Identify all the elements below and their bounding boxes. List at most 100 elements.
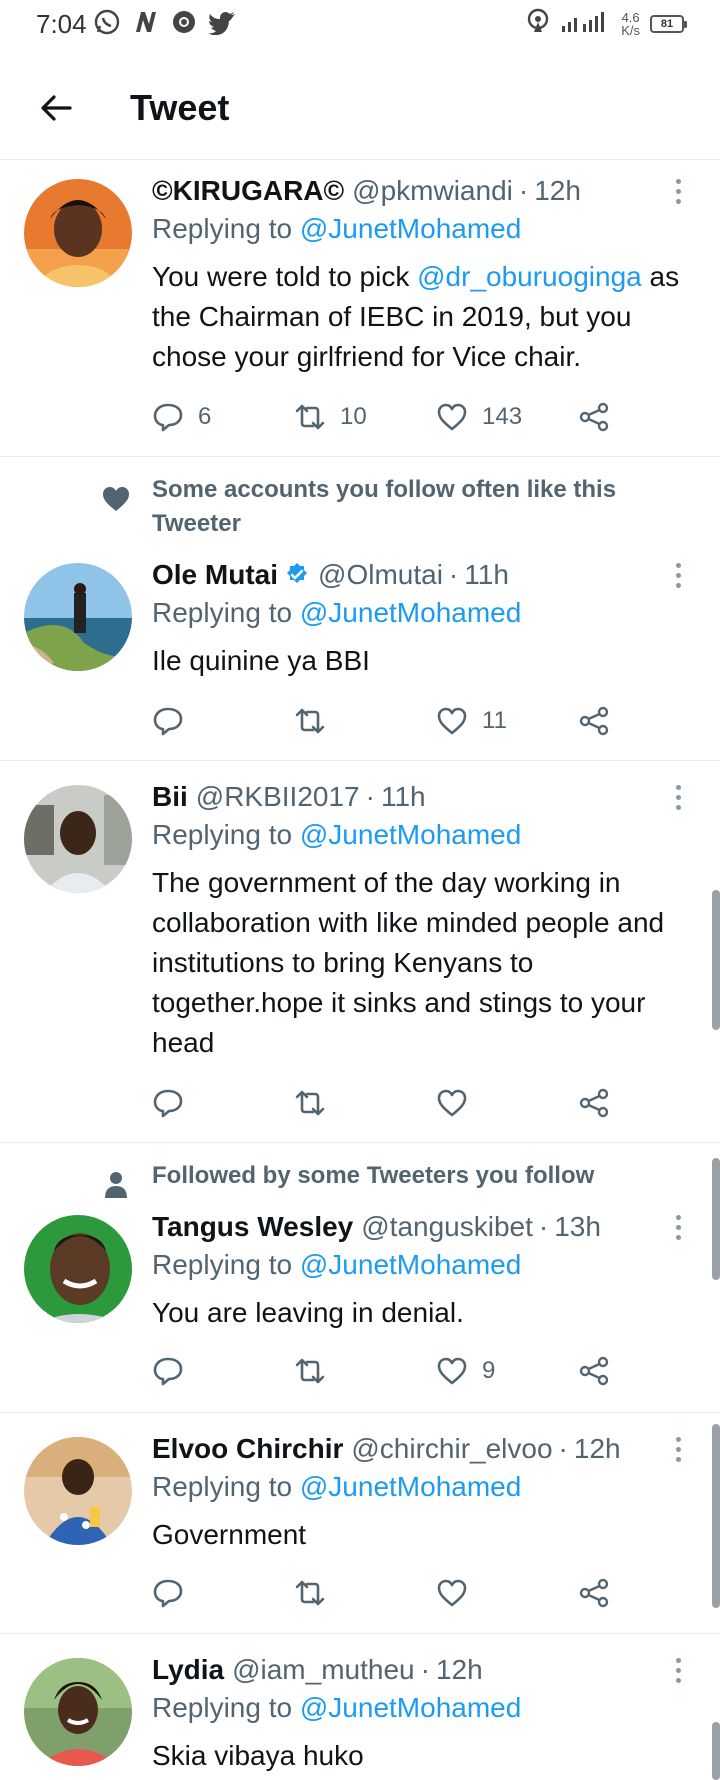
share-button[interactable]	[578, 1083, 610, 1123]
like-button[interactable]: 11	[436, 701, 507, 741]
more-options-button[interactable]	[666, 777, 690, 817]
avatar[interactable]	[24, 785, 132, 893]
reply-mention-link[interactable]: @JunetMohamed	[300, 1692, 521, 1723]
retweet-button[interactable]	[294, 701, 340, 741]
twitter-bird-icon	[207, 9, 237, 40]
tweet-reply[interactable]: Elvoo Chirchir @chirchir_elvoo · 12h Rep…	[0, 1413, 720, 1634]
tweet-reply[interactable]: Some accounts you follow often like this…	[0, 457, 720, 761]
timestamp[interactable]: 11h	[464, 559, 509, 591]
like-button[interactable]: 9	[436, 1351, 495, 1391]
replying-to: Replying to @JunetMohamed	[152, 1249, 521, 1281]
replying-to: Replying to @JunetMohamed	[152, 597, 521, 629]
reply-button[interactable]	[152, 1351, 198, 1391]
like-button[interactable]	[436, 1083, 482, 1123]
arrow-left-icon	[41, 94, 72, 121]
reply-mention-link[interactable]: @JunetMohamed	[300, 819, 521, 850]
replying-to: Replying to @JunetMohamed	[152, 819, 521, 851]
display-name[interactable]: Lydia	[152, 1654, 224, 1686]
tweet-text: Skia vibaya huko	[152, 1740, 364, 1771]
reply-mention-link[interactable]: @JunetMohamed	[300, 1471, 521, 1502]
network-speed-value: 4.6	[621, 9, 640, 25]
back-button[interactable]	[26, 78, 86, 138]
username[interactable]: @iam_mutheu	[232, 1654, 415, 1686]
reply-button[interactable]	[152, 1083, 198, 1123]
mention-link[interactable]: @dr_oburuoginga	[417, 261, 642, 292]
tweet-header: Bii @RKBII2017 · 11h	[152, 781, 426, 813]
avatar[interactable]	[24, 1437, 132, 1545]
share-icon	[579, 706, 609, 736]
retweet-icon	[295, 404, 325, 430]
username[interactable]: @pkmwiandi	[352, 175, 513, 207]
reply-button[interactable]	[152, 1573, 198, 1613]
replying-to-label: Replying to	[152, 1471, 293, 1502]
timestamp[interactable]: 13h	[554, 1211, 601, 1243]
retweet-button[interactable]	[294, 1573, 340, 1613]
like-button[interactable]: 143	[436, 397, 522, 437]
timestamp[interactable]: 12h	[574, 1433, 621, 1465]
avatar[interactable]	[24, 1658, 132, 1766]
share-icon	[579, 1356, 609, 1386]
display-name[interactable]: Ole Mutai	[152, 559, 278, 591]
share-icon	[579, 402, 609, 432]
share-button[interactable]	[578, 1573, 610, 1613]
username[interactable]: @RKBII2017	[196, 781, 360, 813]
more-options-button[interactable]	[666, 1650, 690, 1690]
network-speed-unit: K/s	[621, 22, 640, 38]
more-options-button[interactable]	[666, 1429, 690, 1469]
replying-to: Replying to @JunetMohamed	[152, 1471, 521, 1503]
timestamp[interactable]: 11h	[381, 781, 426, 813]
tweet-text: Government	[152, 1519, 307, 1550]
avatar[interactable]	[24, 179, 132, 287]
reply-button[interactable]: 6	[152, 397, 211, 437]
tweet-reply[interactable]: Followed by some Tweeters you follow Tan…	[0, 1143, 720, 1413]
retweet-button[interactable]	[294, 1083, 340, 1123]
username[interactable]: @tanguskibet	[361, 1211, 533, 1243]
scrollbar-thumb[interactable]	[712, 1722, 720, 1780]
tweet-reply[interactable]: Lydia @iam_mutheu · 12h Replying to @Jun…	[0, 1634, 720, 1780]
like-button[interactable]	[436, 1573, 482, 1613]
display-name[interactable]: Bii	[152, 781, 188, 813]
page-title: Tweet	[130, 86, 230, 128]
replying-to-label: Replying to	[152, 597, 293, 628]
social-context: Some accounts you follow often like this…	[0, 473, 720, 543]
like-count: 9	[482, 1357, 496, 1384]
signal-icon	[561, 8, 611, 39]
share-button[interactable]	[578, 397, 610, 437]
tweet-reply[interactable]: Bii @RKBII2017 · 11h Replying to @JunetM…	[0, 761, 720, 1143]
username[interactable]: @Olmutai	[318, 559, 443, 591]
status-bar: 7:04 4.6 K/s 81	[0, 0, 720, 48]
scrollbar-thumb[interactable]	[712, 1424, 720, 1608]
scrollbar-thumb[interactable]	[712, 890, 720, 1030]
battery-icon: 81	[650, 14, 687, 33]
more-options-button[interactable]	[666, 555, 690, 595]
whatsapp-icon	[93, 8, 121, 41]
timestamp[interactable]: 12h	[534, 175, 581, 207]
avatar[interactable]	[24, 1215, 132, 1323]
replying-to-label: Replying to	[152, 213, 293, 244]
heart-icon	[437, 403, 467, 431]
display-name[interactable]: Elvoo Chirchir	[152, 1433, 343, 1465]
display-name[interactable]: ©KIRUGARA©	[152, 175, 344, 207]
reply-icon	[153, 1357, 183, 1386]
display-name[interactable]: Tangus Wesley	[152, 1211, 353, 1243]
tweet-header: Tangus Wesley @tanguskibet · 13h	[152, 1211, 601, 1243]
scrollbar-thumb[interactable]	[712, 1158, 720, 1280]
retweet-button[interactable]	[294, 1351, 340, 1391]
more-options-button[interactable]	[666, 1207, 690, 1247]
like-count: 11	[482, 707, 507, 734]
more-options-button[interactable]	[666, 171, 690, 211]
retweet-button[interactable]: 10	[294, 397, 367, 437]
reply-mention-link[interactable]: @JunetMohamed	[300, 213, 521, 244]
social-context-text: Some accounts you follow often like this…	[152, 476, 617, 537]
share-button[interactable]	[578, 1351, 610, 1391]
username[interactable]: @chirchir_elvoo	[351, 1433, 552, 1465]
share-button[interactable]	[578, 701, 610, 741]
timestamp[interactable]: 12h	[436, 1654, 483, 1686]
replying-to: Replying to @JunetMohamed	[152, 213, 521, 245]
avatar[interactable]	[24, 563, 132, 671]
reply-mention-link[interactable]: @JunetMohamed	[300, 1249, 521, 1280]
reply-mention-link[interactable]: @JunetMohamed	[300, 597, 521, 628]
heart-icon	[437, 1357, 467, 1385]
tweet-reply[interactable]: ©KIRUGARA© @pkmwiandi · 12h Replying to …	[0, 161, 720, 457]
reply-button[interactable]	[152, 701, 198, 741]
